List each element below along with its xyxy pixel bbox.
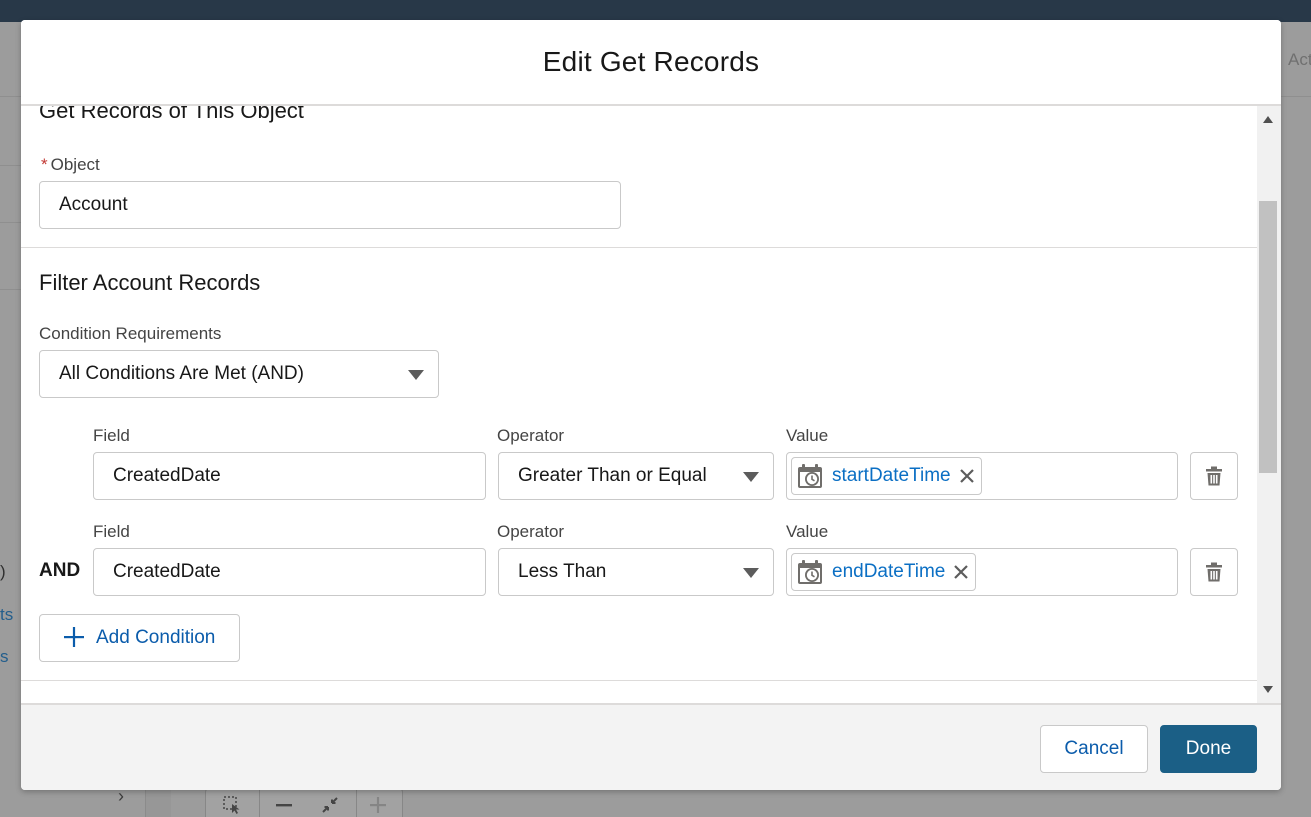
resource-pill[interactable]: endDateTime: [791, 553, 977, 591]
modal-footer: Cancel Done: [21, 703, 1281, 790]
section-divider: [21, 247, 1257, 248]
object-section-heading: Get Records of This Object: [39, 106, 304, 123]
condition-value-input[interactable]: endDateTime: [786, 548, 1178, 596]
delete-condition-button[interactable]: [1190, 548, 1238, 596]
field-label: Field: [93, 426, 130, 445]
modal-scrollbar[interactable]: [1257, 106, 1281, 703]
operator-label: Operator: [497, 522, 565, 541]
chevron-down-icon: [743, 568, 759, 578]
object-label-text: Object: [50, 155, 100, 174]
object-input[interactable]: Account: [39, 181, 621, 229]
condition-requirements-label: Condition Requirements: [39, 324, 222, 343]
scroll-down-arrow-icon[interactable]: [1263, 686, 1273, 693]
condition-value-input[interactable]: startDateTime: [786, 452, 1178, 500]
object-input-value: Account: [59, 194, 128, 215]
cancel-button[interactable]: Cancel: [1040, 725, 1148, 773]
remove-icon[interactable]: [957, 466, 977, 486]
chevron-down-icon: [743, 472, 759, 482]
condition-operator-select[interactable]: Greater Than or Equal: [498, 452, 774, 500]
modal-title: Edit Get Records: [542, 46, 760, 77]
add-condition-button[interactable]: Add Condition: [39, 614, 241, 662]
trash-icon: [1206, 562, 1222, 582]
condition-operator-select[interactable]: Less Than: [498, 548, 774, 596]
calendar-clock-icon: [798, 464, 822, 488]
modal-header: Edit Get Records: [21, 20, 1281, 106]
remove-icon[interactable]: [951, 562, 971, 582]
calendar-clock-icon: [798, 560, 822, 584]
resource-pill[interactable]: startDateTime: [791, 457, 982, 495]
value-label: Value: [786, 426, 829, 445]
required-asterisk: *: [41, 155, 48, 174]
done-button[interactable]: Done: [1160, 725, 1257, 773]
condition-operator-value: Less Than: [518, 561, 607, 582]
operator-label: Operator: [497, 426, 565, 445]
chevron-down-icon: [408, 370, 424, 380]
modal-body[interactable]: Get Records of This Object * Object Accou…: [21, 106, 1281, 703]
condition-field-input[interactable]: CreatedDate: [93, 548, 486, 596]
filter-section-heading: Filter Account Records: [39, 270, 261, 295]
logic-connector-label: AND: [39, 560, 81, 581]
delete-condition-button[interactable]: [1190, 452, 1238, 500]
value-label: Value: [786, 522, 829, 541]
field-label: Field: [93, 522, 130, 541]
condition-requirements-value: All Conditions Are Met (AND): [59, 363, 304, 384]
condition-operator-value: Greater Than or Equal: [518, 465, 707, 486]
add-condition-label: Add Condition: [96, 627, 216, 648]
condition-field-value: CreatedDate: [113, 465, 221, 486]
trash-icon: [1206, 466, 1222, 486]
condition-field-input[interactable]: CreatedDate: [93, 452, 486, 500]
scrollbar-thumb[interactable]: [1259, 201, 1277, 473]
condition-field-value: CreatedDate: [113, 561, 221, 582]
section-divider: [21, 680, 1257, 681]
condition-requirements-select[interactable]: All Conditions Are Met (AND): [39, 350, 439, 398]
resource-pill-label: endDateTime: [832, 561, 946, 582]
plus-icon: [64, 625, 84, 651]
object-label: * Object: [41, 155, 100, 175]
edit-get-records-modal: Edit Get Records Get Records of This Obj…: [21, 20, 1281, 790]
scroll-up-arrow-icon[interactable]: [1263, 116, 1273, 123]
resource-pill-label: startDateTime: [832, 465, 951, 486]
